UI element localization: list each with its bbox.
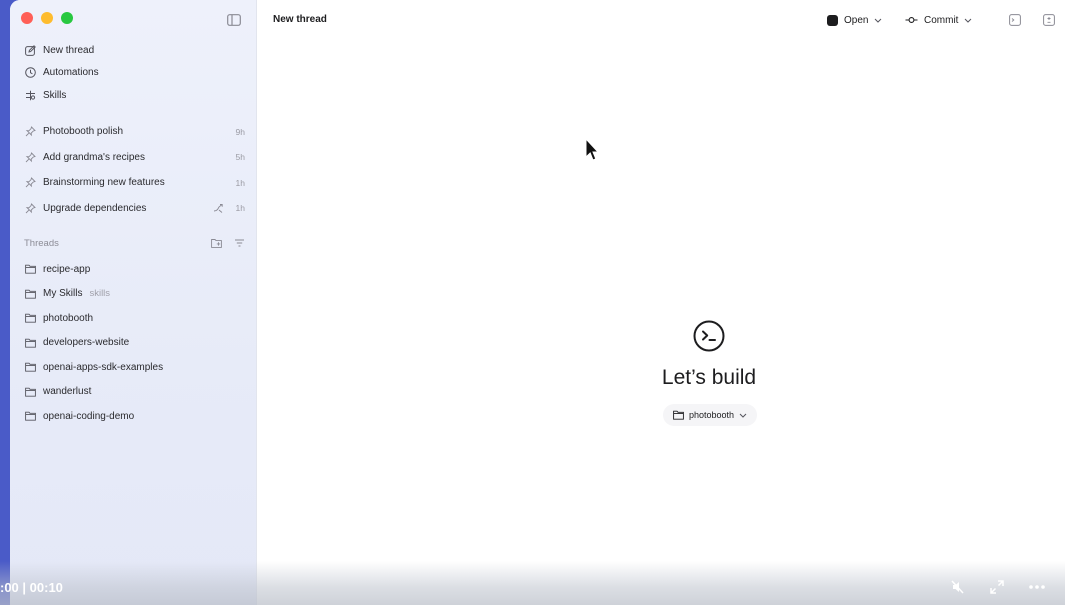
thread-folder-label: openai-apps-sdk-examples [43, 361, 164, 373]
new-folder-icon[interactable] [210, 237, 222, 249]
sidebar-item-label: Automations [43, 67, 99, 79]
sidebar-item-new-thread[interactable]: New thread [10, 39, 257, 62]
branch-icon [213, 203, 224, 214]
chevron-down-icon [739, 413, 747, 418]
hero-title: Let’s build [661, 366, 757, 389]
pin-icon [24, 126, 36, 138]
minimize-window-button[interactable] [41, 12, 53, 24]
folder-icon [24, 410, 36, 422]
folder-icon [24, 386, 36, 398]
sidebar-item-label: Skills [43, 89, 67, 101]
sidebar-item-automations[interactable]: Automations [10, 62, 257, 85]
mouse-cursor-icon [585, 137, 600, 162]
sidebar: New thread Automations Skills Photobooth… [10, 0, 257, 605]
thread-folder-label: photobooth [43, 312, 94, 324]
thread-folder-item[interactable]: wanderlust [10, 380, 257, 405]
thread-folder-label: My Skills [43, 288, 83, 300]
close-window-button[interactable] [21, 12, 33, 24]
mute-icon[interactable] [948, 578, 966, 596]
pinned-thread-label: Photobooth polish [43, 126, 124, 138]
thread-folder-label: openai-coding-demo [43, 410, 135, 422]
thread-folder-item[interactable]: openai-apps-sdk-examples [10, 355, 257, 380]
sidebar-item-label: New thread [43, 44, 95, 56]
threads-list: recipe-app My Skills skills photobooth d… [10, 257, 257, 429]
window-controls [21, 12, 73, 24]
thread-folder-item[interactable]: openai-coding-demo [10, 404, 257, 429]
project-selector-label: photobooth [689, 410, 735, 420]
threads-heading: Threads [24, 237, 59, 249]
thread-folder-item[interactable]: developers-website [10, 331, 257, 356]
pinned-thread-label: Upgrade dependencies [43, 202, 147, 214]
video-controls-bar: :00 | 00:10 [0, 561, 1065, 605]
folder-icon [24, 361, 36, 373]
pin-icon [24, 202, 36, 214]
pinned-thread-label: Add grandma's recipes [43, 151, 145, 163]
sidebar-item-skills[interactable]: Skills [10, 84, 257, 107]
thread-folder-item[interactable]: My Skills skills [10, 282, 257, 307]
filter-icon[interactable] [233, 237, 245, 249]
pinned-threads: Photobooth polish 9h Add grandma's recip… [10, 119, 257, 221]
zoom-window-button[interactable] [61, 12, 73, 24]
folder-icon [673, 410, 684, 420]
pinned-thread-time: 1h [235, 177, 245, 188]
thread-folder-label: recipe-app [43, 263, 91, 275]
thread-folder-item[interactable]: photobooth [10, 306, 257, 331]
video-timestamp: :00 | 00:10 [0, 580, 63, 595]
thread-folder-label: wanderlust [43, 386, 92, 398]
skills-icon [24, 89, 36, 101]
thread-folder-sublabel: skills [89, 288, 111, 300]
pinned-thread-time: 5h [235, 152, 245, 163]
project-selector[interactable]: photobooth [663, 404, 758, 426]
folder-icon [24, 337, 36, 349]
folder-icon [24, 312, 36, 324]
app-window: New thread Automations Skills Photobooth… [10, 0, 1065, 605]
folder-icon [24, 263, 36, 275]
pinned-thread-label: Brainstorming new features [43, 177, 165, 189]
clock-icon [24, 67, 36, 79]
pinned-thread-item[interactable]: Add grandma's recipes 5h [10, 145, 257, 171]
sidebar-toggle-icon[interactable] [227, 13, 241, 26]
pin-icon [24, 177, 36, 189]
sidebar-nav: New thread Automations Skills [10, 39, 257, 107]
pinned-thread-item[interactable]: Upgrade dependencies 1h [10, 196, 257, 222]
fullscreen-icon[interactable] [988, 578, 1006, 596]
more-options-icon[interactable] [1028, 578, 1046, 596]
terminal-prompt-icon [693, 320, 725, 352]
pinned-thread-item[interactable]: Brainstorming new features 1h [10, 170, 257, 196]
thread-folder-item[interactable]: recipe-app [10, 257, 257, 282]
edit-icon [24, 44, 36, 56]
main-content: Let’s build photobooth [257, 0, 1065, 605]
pinned-thread-time: 1h [235, 203, 245, 214]
pinned-thread-time: 9h [235, 126, 245, 137]
folder-icon [24, 288, 36, 300]
pin-icon [24, 151, 36, 163]
threads-header: Threads [24, 234, 245, 252]
pinned-thread-item[interactable]: Photobooth polish 9h [10, 119, 257, 145]
thread-folder-label: developers-website [43, 337, 130, 349]
